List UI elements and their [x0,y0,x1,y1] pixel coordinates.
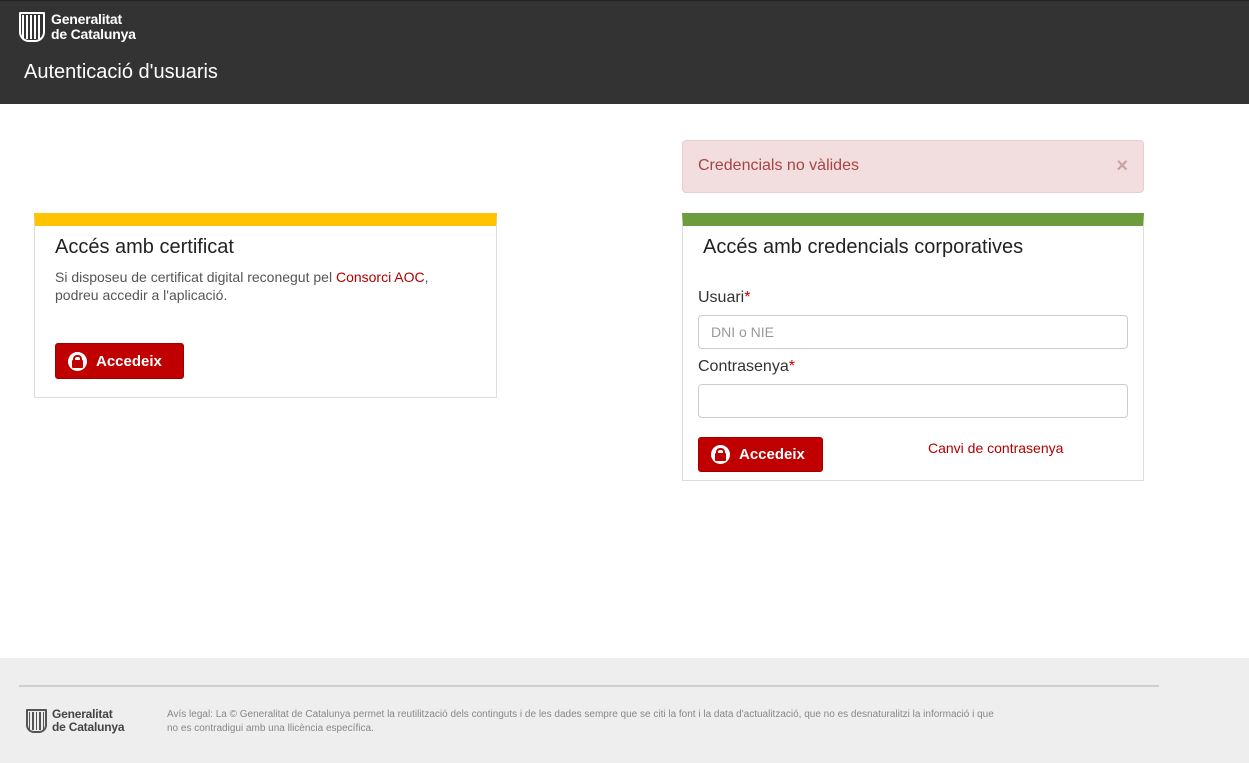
password-label: Contrasenya* [698,358,795,376]
page-header: Generalitat de Catalunya Autenticació d'… [0,0,1249,104]
lock-icon [68,351,87,371]
certificate-login-panel: Accés amb certificat Si disposeu de cert… [34,213,497,398]
logo-line-1: Generalitat [51,11,122,27]
password-input[interactable] [698,384,1128,418]
footer-generalitat-logo[interactable]: Generalitat de Catalunya [26,708,124,734]
credentials-panel-title: Accés amb credencials corporatives [703,236,1024,258]
required-mark: * [788,358,795,375]
required-mark: * [744,289,751,306]
error-alert: Credencials no vàlides × [682,140,1144,193]
close-icon[interactable]: × [1116,156,1128,176]
certificate-button-label: Accedeix [96,352,162,370]
footer-divider [19,685,1159,687]
username-label-text: Usuari [698,289,745,306]
logo-line-2: de Catalunya [51,26,136,42]
certificate-login-button[interactable]: Accedeix [55,343,184,379]
footer-logo-text: Generalitat de Catalunya [52,708,124,734]
generalitat-emblem-icon [19,12,45,42]
password-label-text: Contrasenya [698,358,789,375]
consorci-aoc-link[interactable]: Consorci AOC [336,269,425,285]
credentials-login-button[interactable]: Accedeix [698,437,823,472]
certificate-panel-description: Si disposeu de certificat digital recone… [55,268,475,304]
username-input[interactable] [698,315,1128,349]
change-password-link[interactable]: Canvi de contrasenya [928,440,1063,456]
credentials-login-panel: Accés amb credencials corporatives Usuar… [682,213,1144,481]
username-label: Usuari* [698,289,750,307]
page-title: Autenticació d'usuaris [24,61,218,83]
footer-logo-line-2: de Catalunya [52,720,125,734]
generalitat-logo[interactable]: Generalitat de Catalunya [19,12,136,42]
lock-icon [711,445,730,464]
generalitat-emblem-icon [26,709,47,733]
desc-text-before: Si disposeu de certificat digital recone… [55,269,336,285]
logo-text: Generalitat de Catalunya [51,12,136,42]
legal-notice: Avís legal: La © Generalitat de Cataluny… [167,709,994,734]
page-footer: Generalitat de Catalunya Avís legal: La … [0,658,1249,763]
credentials-button-label: Accedeix [739,446,805,463]
alert-message: Credencials no vàlides [698,157,859,174]
certificate-panel-title: Accés amb certificat [55,236,234,258]
